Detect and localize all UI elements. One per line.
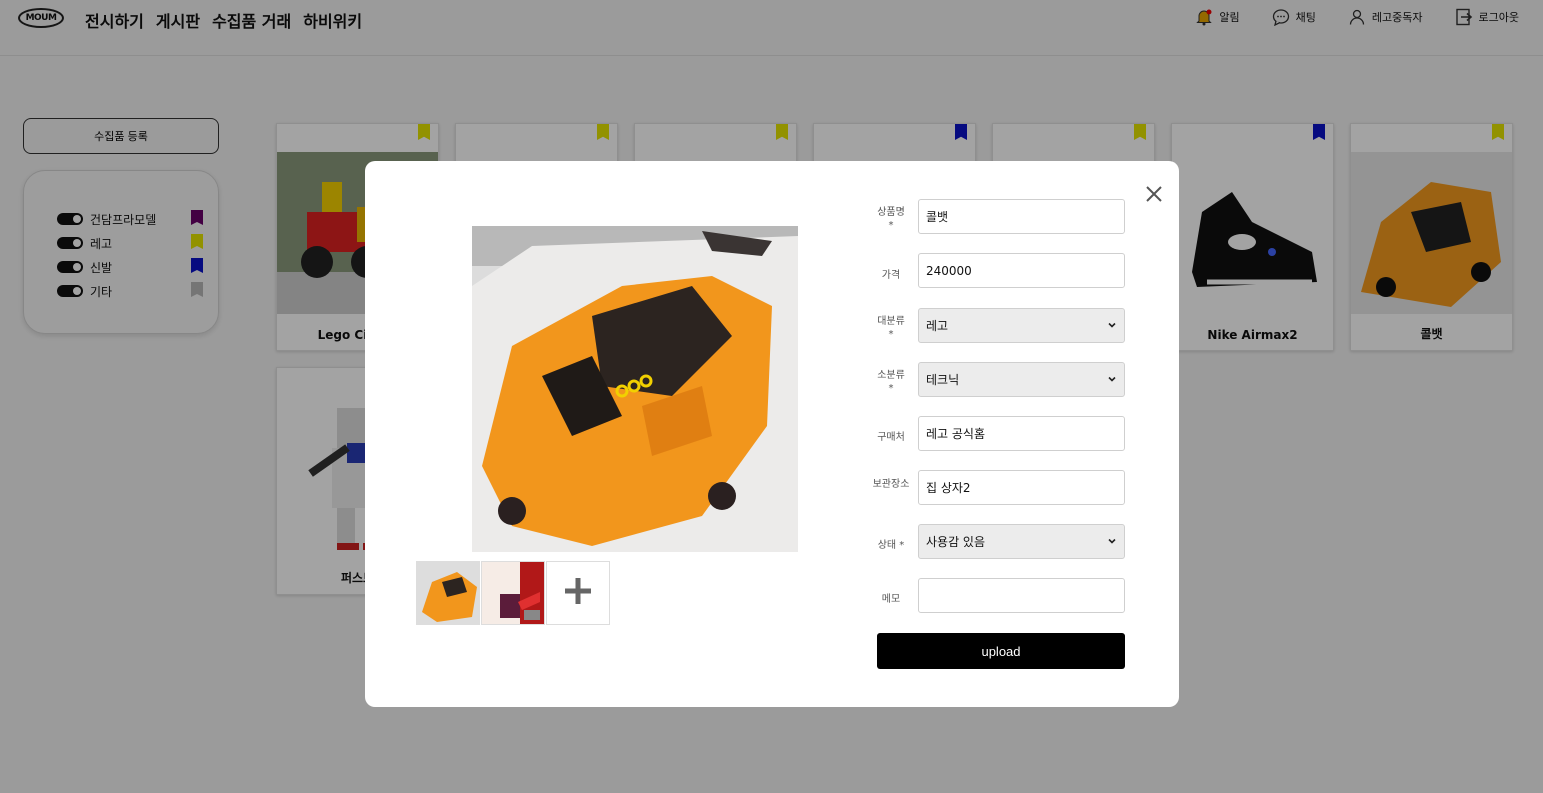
name-label: 상품명 *: [877, 207, 905, 231]
add-photo-button[interactable]: [546, 561, 610, 625]
price-label: 가격: [881, 270, 901, 281]
name-input[interactable]: 콜뱃: [918, 199, 1125, 234]
condition-select[interactable]: 사용감 있음: [918, 524, 1125, 559]
subcategory-label: 소분류 *: [877, 370, 905, 394]
chevron-down-icon: [1107, 535, 1117, 549]
place-input[interactable]: 레고 공식홈: [918, 416, 1125, 451]
subcategory-select[interactable]: 테크닉: [918, 362, 1125, 397]
chevron-down-icon: [1107, 319, 1117, 333]
photo-thumbnails: [416, 561, 610, 625]
category-value: 레고: [926, 319, 949, 333]
thumbnail[interactable]: [416, 561, 480, 625]
plus-icon: [562, 575, 594, 611]
subcategory-value: 테크닉: [926, 373, 960, 387]
memo-label: 메모: [881, 594, 901, 605]
chevron-down-icon: [1107, 373, 1117, 387]
upload-button[interactable]: upload: [877, 633, 1125, 669]
memo-input[interactable]: [918, 578, 1125, 613]
item-edit-modal: 상품명 * 콜뱃 가격 240000 대분류 * 레고 소분류 * 테크닉 구매처 레…: [365, 161, 1179, 707]
price-input[interactable]: 240000: [918, 253, 1125, 288]
thumbnail[interactable]: [481, 561, 545, 625]
category-label: 대분류 *: [877, 316, 905, 340]
place-label: 구매처: [877, 432, 905, 443]
condition-value: 사용감 있음: [926, 535, 986, 549]
storage-label: 보관장소: [872, 479, 910, 490]
condition-label: 상태 *: [877, 540, 905, 551]
storage-input[interactable]: 집 상자2: [918, 470, 1125, 505]
close-icon[interactable]: [1143, 183, 1165, 205]
category-select[interactable]: 레고: [918, 308, 1125, 343]
main-photo: [472, 226, 798, 552]
